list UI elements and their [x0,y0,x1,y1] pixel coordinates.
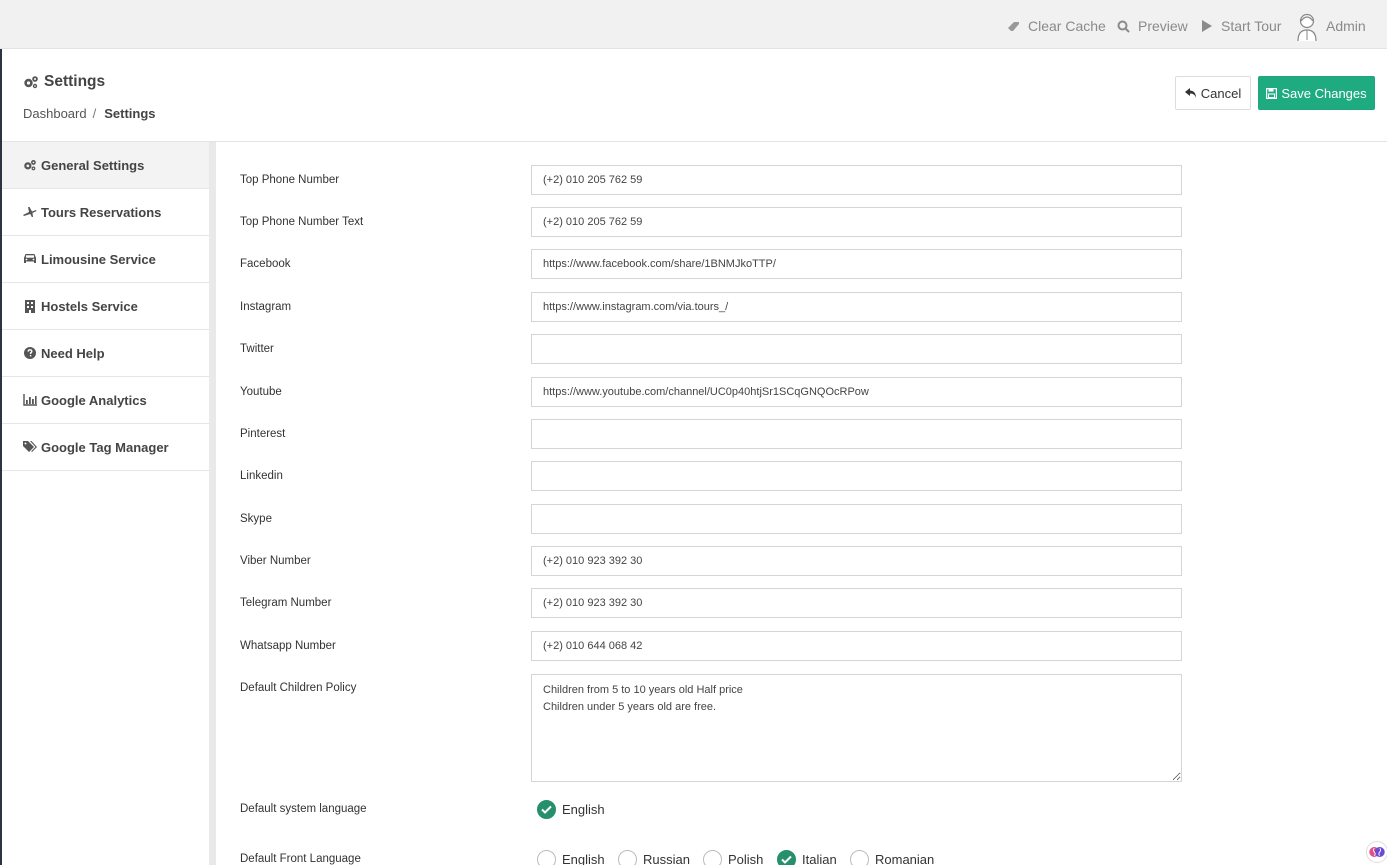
avatar[interactable] [1296,12,1318,42]
plane-icon [23,206,37,218]
sidebar-item-label: Hostels Service [41,298,138,314]
sidebar-item-google-analytics[interactable]: Google Analytics [2,377,216,424]
radio-checked-icon [537,800,556,819]
clear-cache-link[interactable]: Clear Cache [1006,18,1106,34]
start-tour-link[interactable]: Start Tour [1199,18,1281,34]
field-label-instagram: Instagram [240,301,292,313]
viber-number-field[interactable] [531,546,1182,576]
sidebar-item-hostels-service[interactable]: Hostels Service [2,283,216,330]
undo-icon [1184,87,1197,99]
field-label-skype: Skype [240,513,272,525]
bar-chart-icon [23,394,37,406]
assistant-brain-icon[interactable] [1366,841,1387,863]
user-name: Admin [1326,18,1366,34]
radio-unchecked-icon [537,850,556,865]
front-language-option-polish[interactable]: Polish [703,850,763,865]
telegram-number-field[interactable] [531,588,1182,618]
eraser-icon [1006,19,1020,33]
field-label-telegram-number: Telegram Number [240,597,332,609]
facebook-field[interactable] [531,249,1182,279]
preview-label: Preview [1138,18,1188,34]
youtube-field[interactable] [531,377,1182,407]
sidebar-item-label: Google Tag Manager [41,439,169,455]
radio-label: Italian [802,852,837,865]
field-label-twitter: Twitter [240,343,274,355]
clear-cache-label: Clear Cache [1028,18,1106,34]
preview-link[interactable]: Preview [1116,18,1188,34]
field-label-viber-number: Viber Number [240,555,311,567]
question-circle-icon [23,347,37,359]
breadcrumb-dashboard[interactable]: Dashboard [23,106,87,121]
sidebar-item-tours-reservations[interactable]: Tours Reservations [2,189,216,236]
front-language-option-russian[interactable]: Russian [618,850,690,865]
radio-unchecked-icon [703,850,722,865]
floppy-disk-icon [1266,87,1278,99]
radio-checked-icon [777,850,796,865]
radio-unchecked-icon [618,850,637,865]
pinterest-field[interactable] [531,419,1182,449]
gears-icon [23,159,37,171]
sidebar-item-label: Limousine Service [41,251,156,267]
gears-icon [23,75,39,89]
user-menu[interactable]: Admin [1326,18,1366,34]
system-language-option-english[interactable]: English [537,800,605,819]
settings-sidebar: General Settings Tours Reservations Limo… [2,142,216,865]
field-label-whatsapp-number: Whatsapp Number [240,640,336,652]
top-phone-number-field[interactable] [531,165,1182,195]
instagram-field[interactable] [531,292,1182,322]
page-title: Settings [23,73,105,91]
sidebar-item-label: Google Analytics [41,392,147,408]
save-changes-label: Save Changes [1281,85,1367,101]
breadcrumb: Dashboard / Settings [23,106,156,121]
sidebar-item-label: Tours Reservations [41,204,162,220]
field-label-top-phone-number: Top Phone Number [240,174,340,186]
radio-label: Polish [728,852,764,865]
building-icon [23,299,37,313]
radio-label: Russian [643,852,690,865]
radio-label: English [562,852,605,865]
front-language-option-english[interactable]: English [537,850,605,865]
field-label-top-phone-number-text: Top Phone Number Text [240,216,364,228]
sidebar-item-label: General Settings [41,157,145,173]
sidebar-item-need-help[interactable]: Need Help [2,330,216,377]
twitter-field[interactable] [531,334,1182,364]
field-label-youtube: Youtube [240,386,282,398]
start-tour-label: Start Tour [1221,18,1282,34]
breadcrumb-separator: / [92,106,97,121]
linkedin-field[interactable] [531,461,1182,491]
children-policy-textarea[interactable]: Children from 5 to 10 years old Half pri… [531,674,1182,782]
sidebar-item-label: Need Help [41,345,105,361]
top-bar: Clear Cache Preview Start Tour Admin [0,0,1387,49]
tags-icon [23,441,37,453]
sidebar-scrollbar[interactable] [209,142,216,865]
search-icon [1116,19,1130,33]
field-label-default-children-policy: Default Children Policy [240,682,357,694]
field-label-facebook: Facebook [240,258,291,270]
field-label-default-front-language: Default Front Language [240,853,361,865]
radio-label: English [562,802,605,817]
front-language-option-romanian[interactable]: Romanian [850,850,934,865]
field-label-linkedin: Linkedin [240,470,283,482]
field-label-pinterest: Pinterest [240,428,286,440]
front-language-option-italian[interactable]: Italian [777,850,837,865]
sidebar-item-limousine-service[interactable]: Limousine Service [2,236,216,283]
field-label-default-system-language: Default system language [240,803,367,815]
cancel-label: Cancel [1200,85,1242,101]
skype-field[interactable] [531,504,1182,534]
whatsapp-number-field[interactable] [531,631,1182,661]
page-title-text: Settings [44,73,106,90]
breadcrumb-current: Settings [104,106,156,121]
car-icon [23,253,37,265]
save-changes-button[interactable]: Save Changes [1258,76,1375,110]
sidebar-item-general-settings[interactable]: General Settings [2,142,216,189]
radio-label: Romanian [875,852,935,865]
cancel-button[interactable]: Cancel [1175,76,1251,110]
sidebar-item-google-tag-manager[interactable]: Google Tag Manager [2,424,216,471]
top-phone-number-text-field[interactable] [531,207,1182,237]
radio-unchecked-icon [850,850,869,865]
play-icon [1199,19,1213,33]
